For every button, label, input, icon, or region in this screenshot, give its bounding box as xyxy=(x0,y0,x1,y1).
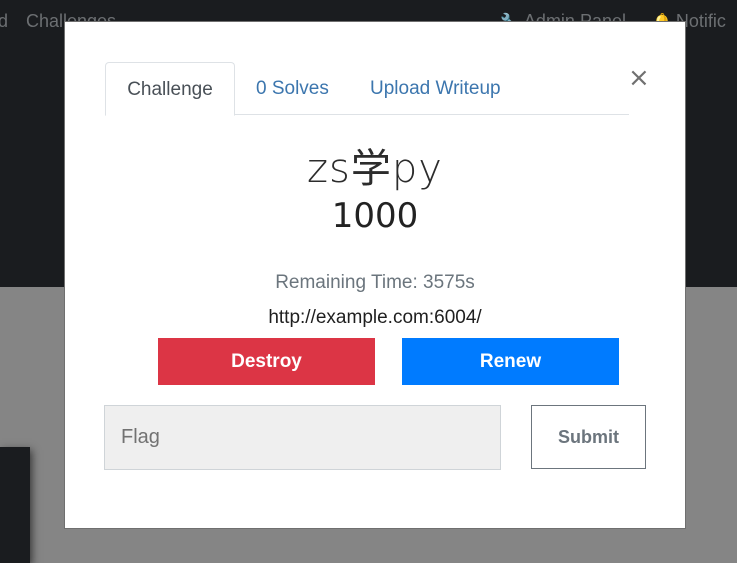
renew-button[interactable]: Renew xyxy=(402,338,619,385)
remaining-time: Remaining Time: 3575s xyxy=(275,272,475,293)
nav-item-partial[interactable]: d xyxy=(0,11,8,32)
challenge-name: zs学py xyxy=(307,146,443,192)
challenge-tabs: Challenge 0 Solves Upload Writeup xyxy=(105,62,629,116)
challenge-value: 1000 xyxy=(331,196,419,236)
instance-url: http://example.com:6004/ xyxy=(268,307,482,328)
tab-challenge[interactable]: Challenge xyxy=(105,62,235,116)
submit-button[interactable]: Submit xyxy=(531,405,646,469)
close-icon[interactable]: × xyxy=(628,65,650,91)
challenge-modal: × Challenge 0 Solves Upload Writeup zs学p… xyxy=(64,21,686,529)
tab-solves[interactable]: 0 Solves xyxy=(256,62,329,115)
tab-upload-writeup[interactable]: Upload Writeup xyxy=(370,62,501,115)
flag-input[interactable] xyxy=(104,405,501,470)
background-card xyxy=(0,447,30,563)
destroy-button[interactable]: Destroy xyxy=(158,338,375,385)
